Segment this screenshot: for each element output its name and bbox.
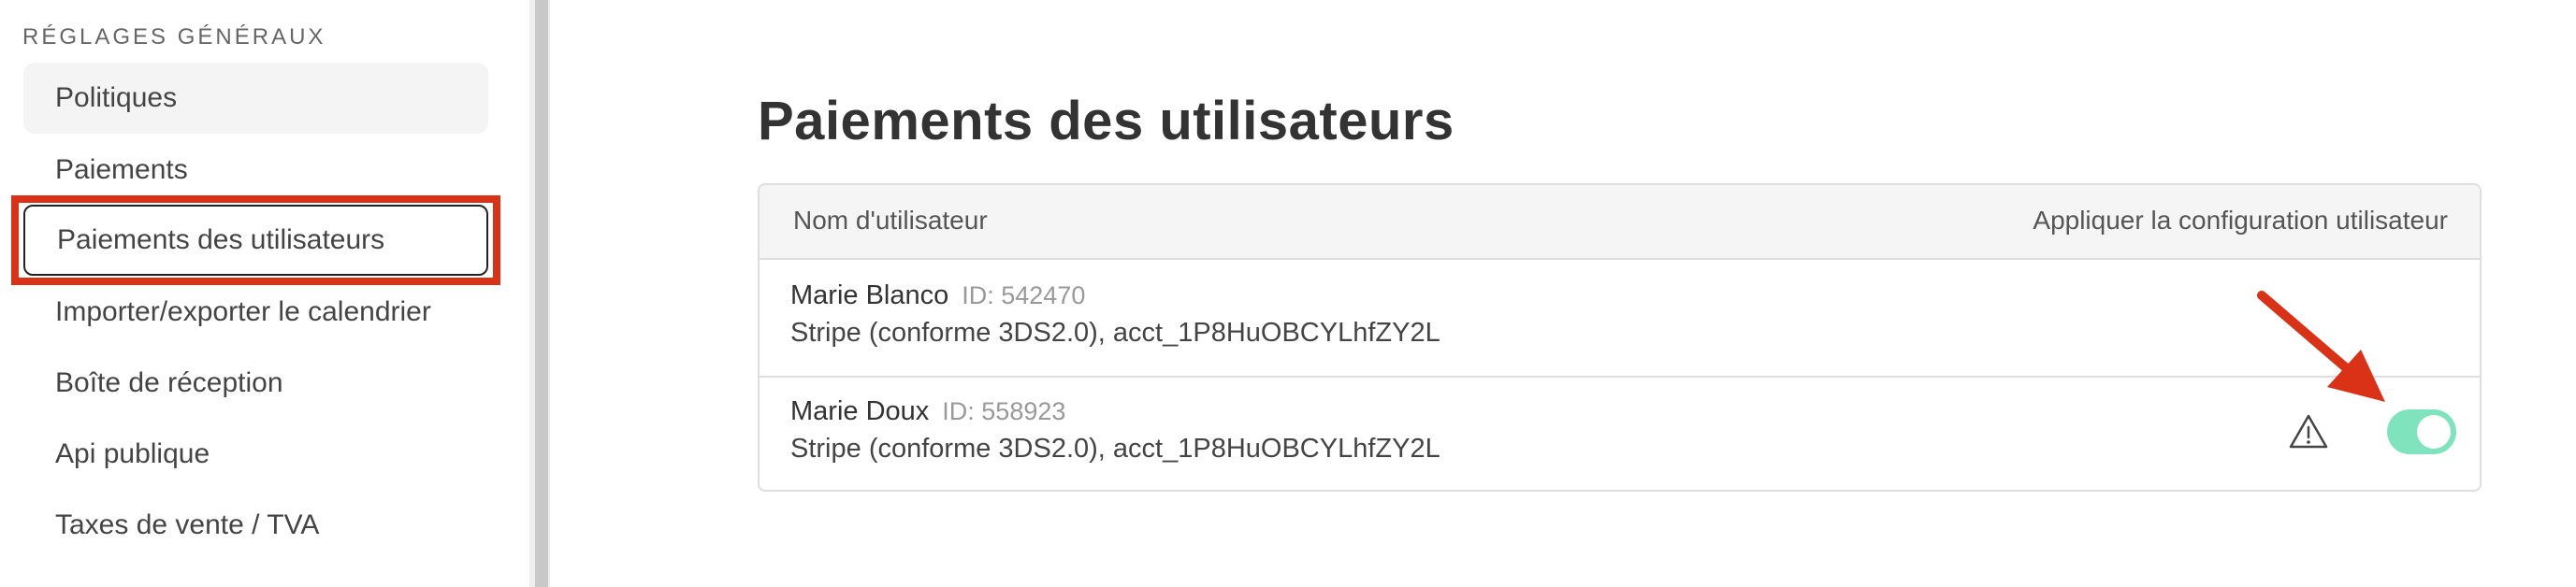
sidebar-item-label: Paiements [55, 154, 188, 185]
sidebar-item-api-publique[interactable]: Api publique [23, 419, 488, 490]
settings-sidebar: RÉGLAGES GÉNÉRAUX Politiques Paiements P… [0, 0, 529, 587]
column-header-apply-user-config: Appliquer la configuration utilisateur [2033, 206, 2448, 235]
table-row: Marie Blanco ID: 542470 Stripe (conforme … [760, 260, 2480, 378]
scrollbar[interactable] [535, 0, 548, 587]
sidebar-item-label: Politiques [55, 82, 178, 113]
warning-triangle-icon[interactable] [2288, 413, 2329, 451]
user-id: ID: 558923 [942, 397, 1066, 425]
payment-account: Stripe (conforme 3DS2.0), acct_1P8HuOBCY… [790, 434, 1440, 464]
table-row: Marie Doux ID: 558923 Stripe (conforme 3D… [760, 376, 2480, 490]
sidebar-item-label: Boîte de réception [55, 367, 283, 398]
sidebar-item-politiques[interactable]: Politiques [23, 63, 488, 134]
apply-user-config-toggle[interactable] [2387, 409, 2456, 454]
sidebar-item-paiements[interactable]: Paiements [23, 135, 488, 206]
sidebar-item-label: Api publique [55, 438, 210, 469]
user-name: Marie Blanco [790, 280, 949, 310]
sidebar-item-label: Importer/exporter le calendrier [55, 296, 431, 327]
table-header: Nom d'utilisateur Appliquer la configura… [760, 185, 2480, 260]
toggle-knob [2417, 415, 2451, 449]
sidebar-item-label: Taxes de vente / TVA [55, 509, 320, 540]
user-name: Marie Doux [790, 396, 930, 426]
user-payments-table: Nom d'utilisateur Appliquer la configura… [758, 183, 2482, 492]
sidebar-item-label: Paiements des utilisateurs [57, 224, 385, 255]
sidebar-item-paiements-utilisateurs[interactable]: Paiements des utilisateurs [23, 205, 488, 276]
sidebar-item-taxes-vente-tva[interactable]: Taxes de vente / TVA [23, 490, 488, 561]
sidebar-item-boite-reception[interactable]: Boîte de réception [23, 348, 488, 419]
column-header-username: Nom d'utilisateur [793, 206, 988, 235]
sidebar-section-title: RÉGLAGES GÉNÉRAUX [22, 24, 326, 50]
payment-account: Stripe (conforme 3DS2.0), acct_1P8HuOBCY… [790, 318, 1440, 348]
sidebar-item-importer-exporter-calendrier[interactable]: Importer/exporter le calendrier [23, 277, 488, 348]
page-title: Paiements des utilisateurs [758, 91, 1454, 151]
user-id: ID: 542470 [962, 281, 1086, 309]
